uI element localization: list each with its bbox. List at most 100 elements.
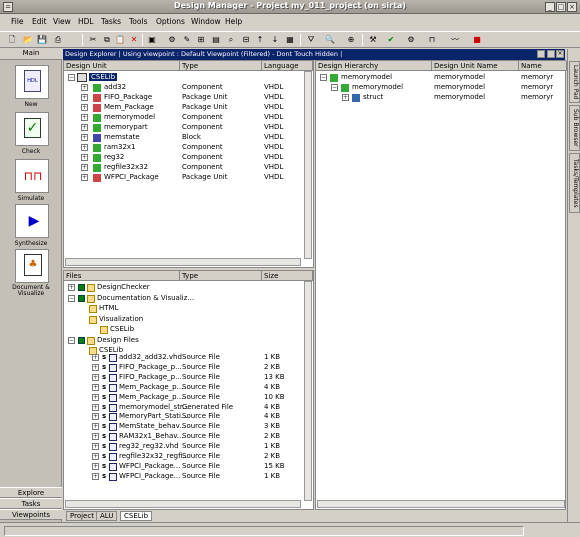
expand-toggle[interactable]: +	[92, 373, 99, 381]
col-design-unit[interactable]: Design Unit	[64, 61, 180, 71]
menu-tasks[interactable]: Tasks	[101, 17, 121, 26]
file-name[interactable]: Mem_Package_p...	[119, 393, 183, 401]
tab-tasks[interactable]: Tasks	[0, 498, 62, 509]
expand-toggle[interactable]: +	[81, 114, 88, 121]
tab-launch-pad[interactable]: Launch Pad	[569, 61, 580, 103]
col-design-hierarchy[interactable]: Design Hierarchy	[316, 61, 432, 71]
copy-icon[interactable]: ⧉	[101, 34, 113, 46]
zoom-icon[interactable]: ⊕	[345, 34, 357, 46]
design-unit-name[interactable]: memorymodel	[104, 113, 155, 121]
stop-icon[interactable]: ■	[471, 34, 483, 46]
expand-toggle[interactable]: +	[81, 174, 88, 181]
expand-toggle[interactable]: −	[68, 74, 75, 81]
expand-toggle[interactable]: +	[81, 164, 88, 171]
design-unit-name[interactable]: WFPCI_Package	[104, 173, 159, 181]
expand-toggle[interactable]: −	[68, 336, 75, 344]
pane-close-icon[interactable]: ×	[556, 50, 564, 58]
tab-cselib[interactable]: CSELib	[120, 511, 153, 521]
col-file-type[interactable]: Type	[180, 271, 262, 281]
maximize-button[interactable]: □	[556, 2, 566, 12]
expand-toggle[interactable]: +	[92, 453, 99, 460]
col-language[interactable]: Language	[262, 61, 313, 71]
files-horizontal-scrollbar[interactable]	[65, 500, 301, 508]
open-folder-icon[interactable]: 📂	[22, 34, 34, 46]
expand-toggle[interactable]: +	[342, 94, 349, 101]
file-name[interactable]: FIFO_Package_p...	[119, 363, 182, 371]
window-menu-button[interactable]: =	[3, 2, 13, 12]
file-name[interactable]: add32_add32.vhd	[119, 353, 182, 361]
properties-icon[interactable]: ▣	[146, 34, 158, 46]
file-name[interactable]: reg32_reg32.vhd	[119, 442, 179, 450]
col-name[interactable]: Name	[519, 61, 567, 71]
hierarchy-item[interactable]: memorymodel	[341, 73, 392, 81]
expand-toggle[interactable]: +	[81, 134, 88, 141]
simulate-button[interactable]: ⊓⊓	[15, 159, 49, 193]
simulate-icon[interactable]: ⊓	[426, 34, 438, 46]
files-tree-item[interactable]: CSELib	[110, 325, 134, 333]
minimize-button[interactable]: _	[545, 2, 555, 12]
checkbox-checked[interactable]	[78, 336, 85, 344]
file-name[interactable]: memorymodel_str...	[119, 403, 189, 411]
filter-icon[interactable]: ⛛	[305, 34, 317, 46]
file-name[interactable]: WFPCI_Package...	[119, 472, 180, 480]
expand-toggle[interactable]: −	[68, 294, 75, 302]
design-unit-name[interactable]: add32	[104, 83, 126, 91]
expand-toggle[interactable]: +	[92, 383, 99, 391]
menu-view[interactable]: View	[53, 17, 71, 26]
expand-toggle[interactable]: +	[81, 154, 88, 161]
design-unit-name[interactable]: Mem_Package	[104, 103, 154, 111]
menu-options[interactable]: Options	[156, 17, 185, 26]
tab-tasks-templates[interactable]: Tasks/Templates	[569, 153, 580, 213]
edit-icon[interactable]: ✎	[181, 34, 193, 46]
design-unit-name[interactable]: memorypart	[104, 123, 148, 131]
wave-icon[interactable]: 〰	[449, 34, 461, 46]
hierarchy-icon[interactable]: ⊞	[195, 34, 207, 46]
design-unit-name[interactable]: regfile32x32	[104, 163, 148, 171]
compile-icon[interactable]: ⚙	[166, 34, 178, 46]
expand-toggle[interactable]: +	[92, 443, 99, 451]
expand-toggle[interactable]: +	[92, 363, 99, 371]
settings-icon[interactable]: ⚙	[405, 34, 417, 46]
down-arrow-icon[interactable]: ↓	[269, 34, 281, 46]
tab-viewpoints[interactable]: Viewpoints	[0, 509, 62, 520]
expand-toggle[interactable]: +	[92, 403, 99, 411]
search-icon[interactable]: 🔍	[324, 34, 336, 46]
print-icon[interactable]: ⎙	[52, 34, 64, 46]
col-design-unit-name[interactable]: Design Unit Name	[432, 61, 519, 71]
design-unit-name[interactable]: memstate	[104, 133, 140, 141]
new-button[interactable]: HDL	[15, 65, 49, 99]
window-titlebar[interactable]: Design Manager - Project my_011_project …	[0, 0, 580, 14]
block-diagram-icon[interactable]: ▤	[210, 34, 222, 46]
design-unit-name[interactable]: ram32x1	[104, 143, 136, 151]
files-tree-item[interactable]: Design Files	[97, 336, 139, 344]
expand-toggle[interactable]: +	[92, 413, 99, 421]
document-visualize-button[interactable]: ♣	[15, 249, 49, 283]
tab-explore[interactable]: Explore	[0, 487, 62, 498]
hierarchy-item[interactable]: memorymodel	[352, 83, 403, 91]
expand-toggle[interactable]: +	[81, 144, 88, 151]
menu-help[interactable]: Help	[225, 17, 242, 26]
file-name[interactable]: FIFO_Package_p...	[119, 373, 182, 381]
expand-toggle[interactable]: +	[81, 104, 88, 111]
file-name[interactable]: MemState_behav...	[119, 422, 186, 430]
col-files[interactable]: Files	[64, 271, 180, 281]
menu-tools[interactable]: Tools	[129, 17, 147, 26]
expand-toggle[interactable]: −	[331, 84, 338, 91]
check-tool-icon[interactable]: ✔	[385, 34, 397, 46]
expand-toggle[interactable]: +	[81, 124, 88, 131]
files-tree-item[interactable]: DesignChecker	[97, 283, 150, 291]
close-button[interactable]: ×	[567, 2, 577, 12]
expand-toggle[interactable]: +	[92, 433, 99, 441]
menu-window[interactable]: Window	[191, 17, 221, 26]
file-name[interactable]: regfile32x32_regfi...	[119, 452, 189, 460]
tab-project[interactable]: Project	[66, 511, 98, 521]
vertical-scrollbar[interactable]	[304, 71, 312, 259]
expand-toggle[interactable]: +	[81, 84, 88, 91]
file-name[interactable]: WFPCI_Package...	[119, 462, 180, 470]
file-name[interactable]: RAM32x1_Behav...	[119, 432, 184, 440]
design-unit-name[interactable]: FIFO_Package	[104, 93, 152, 101]
design-unit-name[interactable]: reg32	[104, 153, 124, 161]
files-tree-item[interactable]: Documentation & Visualiz...	[97, 294, 194, 302]
tree-icon[interactable]: ⊟	[240, 34, 252, 46]
files-vertical-scrollbar[interactable]	[304, 281, 312, 501]
